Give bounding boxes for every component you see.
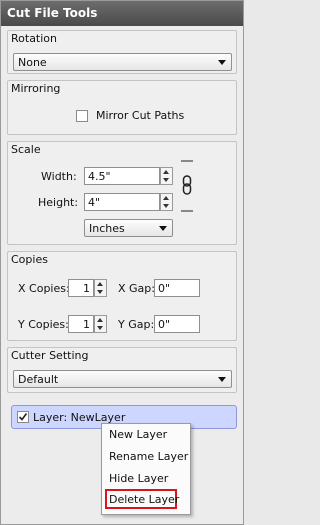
x-copies-field[interactable]: 1: [68, 279, 94, 297]
y-gap-label: Y Gap:: [118, 318, 155, 331]
y-copies-stepper[interactable]: [94, 315, 107, 333]
panel-title: Cut File Tools: [1, 1, 243, 26]
height-label: Height:: [38, 196, 79, 209]
height-value: 4": [88, 196, 101, 209]
spin-down-icon[interactable]: [97, 290, 103, 294]
rotation-select-value: None: [18, 56, 47, 69]
spin-up-icon[interactable]: [163, 196, 169, 200]
width-label: Width:: [41, 170, 77, 183]
cutter-setting-label: Cutter Setting: [11, 349, 89, 362]
x-copies-label: X Copies:: [18, 282, 70, 295]
chevron-down-icon: [159, 226, 167, 231]
rotation-section: Rotation None: [7, 30, 237, 74]
cutter-setting-value: Default: [18, 373, 59, 386]
y-gap-field[interactable]: 0": [154, 315, 200, 333]
width-field[interactable]: 4.5": [84, 167, 160, 185]
layer-visibility-checkbox[interactable]: [17, 411, 29, 423]
x-copies-stepper[interactable]: [94, 279, 107, 297]
mirror-cut-paths-checkbox[interactable]: [76, 110, 88, 122]
chevron-down-icon: [218, 60, 226, 65]
x-copies-value: 1: [83, 282, 90, 295]
cutter-setting-section: Cutter Setting Default: [7, 347, 237, 393]
cutter-setting-select[interactable]: Default: [13, 370, 232, 388]
cut-file-tools-panel: Cut File Tools Rotation None Mirroring M…: [0, 0, 244, 525]
mirror-cut-paths-label: Mirror Cut Paths: [96, 109, 185, 122]
y-copies-value: 1: [83, 318, 90, 331]
checkmark-icon: [18, 413, 28, 421]
y-copies-field[interactable]: 1: [68, 315, 94, 333]
height-field[interactable]: 4": [84, 193, 160, 211]
spin-up-icon[interactable]: [163, 170, 169, 174]
mirroring-label: Mirroring: [11, 82, 61, 95]
copies-label: Copies: [11, 253, 48, 266]
rotation-select[interactable]: None: [13, 53, 232, 71]
layer-context-menu: New Layer Rename Layer Hide Layer Delete…: [101, 423, 191, 515]
spin-down-icon[interactable]: [163, 178, 169, 182]
x-gap-field[interactable]: 0": [154, 279, 200, 297]
scale-label: Scale: [11, 143, 41, 156]
menu-item-rename-layer[interactable]: Rename Layer: [109, 450, 188, 463]
units-select-value: Inches: [89, 222, 125, 235]
y-gap-value: 0": [158, 318, 171, 331]
mirroring-section: Mirroring Mirror Cut Paths: [7, 80, 237, 135]
spin-down-icon[interactable]: [163, 204, 169, 208]
width-value: 4.5": [88, 170, 111, 183]
units-select[interactable]: Inches: [84, 219, 173, 237]
menu-item-delete-layer[interactable]: Delete Layer: [109, 493, 179, 506]
x-gap-label: X Gap:: [118, 282, 155, 295]
chain-link-icon[interactable]: [181, 159, 193, 213]
width-stepper[interactable]: [160, 167, 173, 185]
x-gap-value: 0": [158, 282, 171, 295]
scale-section: Scale Width: 4.5" Height: 4" Inches: [7, 141, 237, 245]
rotation-label: Rotation: [11, 32, 58, 45]
menu-item-new-layer[interactable]: New Layer: [109, 428, 167, 441]
menu-item-hide-layer[interactable]: Hide Layer: [109, 472, 168, 485]
chevron-down-icon: [218, 377, 226, 382]
y-copies-label: Y Copies:: [18, 318, 69, 331]
height-stepper[interactable]: [160, 193, 173, 211]
copies-section: Copies X Copies: 1 X Gap: 0" Y Copies: 1…: [7, 251, 237, 341]
spin-up-icon[interactable]: [97, 282, 103, 286]
spin-up-icon[interactable]: [97, 318, 103, 322]
spin-down-icon[interactable]: [97, 326, 103, 330]
